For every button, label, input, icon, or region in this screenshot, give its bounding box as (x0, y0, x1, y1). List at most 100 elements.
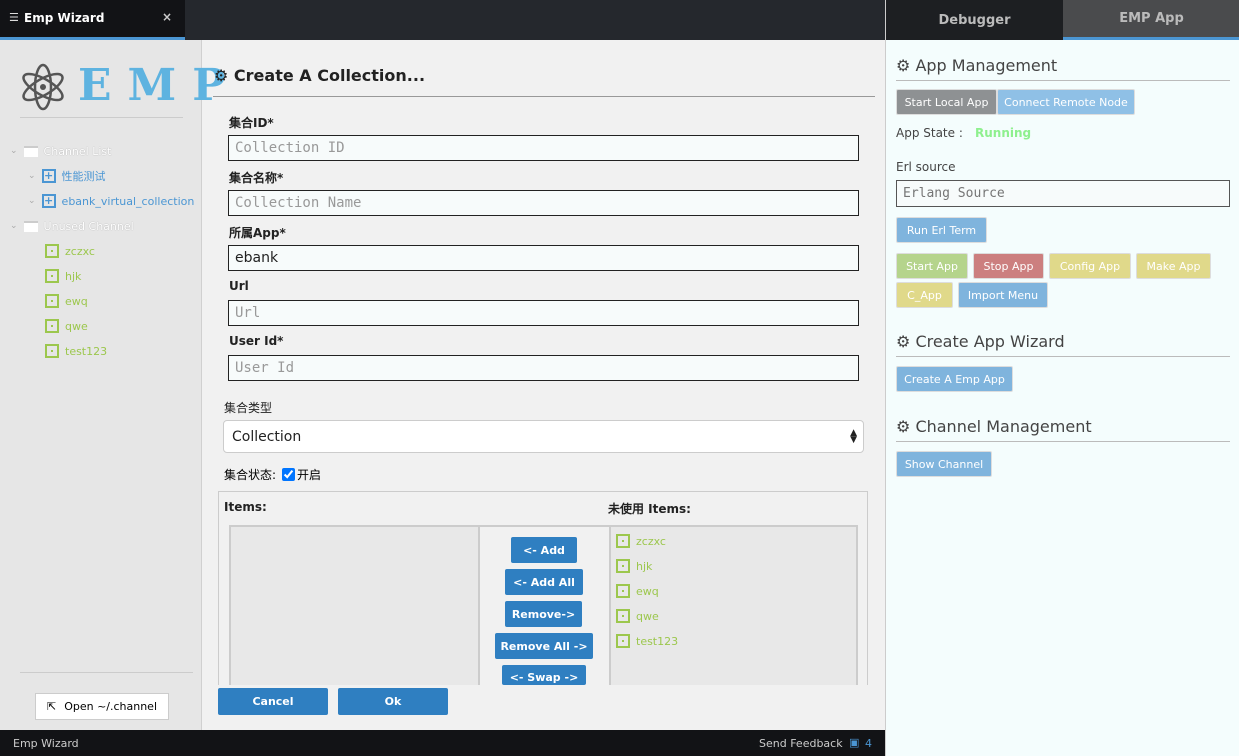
user-id-input[interactable] (228, 355, 859, 381)
expand-icon: + (41, 169, 56, 183)
tree-item[interactable]: ⌄ + 性能测试 (28, 168, 106, 184)
channel-icon (45, 294, 59, 308)
tree-channel[interactable]: ewq (45, 293, 88, 309)
field-label: 集合ID* (229, 116, 274, 130)
status-bar: Emp Wizard Send Feedback ▣ 4 (0, 730, 885, 756)
folder-icon (23, 220, 38, 232)
unused-items-list[interactable]: zczxc hjk ewq qwe test123 (609, 525, 858, 685)
list-item[interactable]: test123 (616, 633, 678, 649)
tree-channel[interactable]: hjk (45, 268, 81, 284)
selected-items-list[interactable] (229, 525, 480, 685)
list-item[interactable]: ewq (616, 583, 659, 599)
field-label: 所属App* (229, 226, 286, 240)
external-link-icon: ⇱ (46, 700, 57, 713)
app-input[interactable] (228, 245, 859, 271)
list-item[interactable]: qwe (616, 608, 659, 624)
add-all-button[interactable]: <- Add All (505, 569, 583, 595)
ok-button[interactable]: Ok (338, 688, 448, 715)
app-management-heading: ⚙ App Management (896, 56, 1058, 75)
chevron-down-icon: ⌄ (10, 146, 18, 156)
channel-icon (45, 269, 59, 283)
divider (20, 672, 193, 673)
connect-remote-node-button[interactable]: Connect Remote Node (997, 89, 1135, 115)
tree-folder-unused-channel[interactable]: ⌄ Unused Channel (10, 218, 134, 234)
document-icon: ☰ (9, 11, 19, 24)
select-arrows-icon: ▲ ▼ (850, 428, 857, 445)
gear-icon: ⚙ (214, 66, 229, 85)
start-local-app-button[interactable]: Start Local App (896, 89, 997, 115)
create-emp-app-button[interactable]: Create A Emp App (896, 366, 1013, 392)
folder-icon (23, 145, 38, 157)
remove-all-button[interactable]: Remove All -> (495, 633, 593, 659)
tab-title: Emp Wizard (24, 11, 105, 25)
create-app-wizard-heading: ⚙ Create App Wizard (896, 332, 1065, 351)
channel-icon (45, 319, 59, 333)
collection-id-input[interactable] (228, 135, 859, 161)
channel-icon (45, 344, 59, 358)
state-checkbox-label: 开启 (297, 468, 322, 482)
package-icon: ▣ (849, 736, 860, 749)
status-left: Emp Wizard (13, 737, 79, 750)
c-app-button[interactable]: C_App (896, 282, 953, 308)
app-state-label: App State : (896, 126, 963, 140)
chevron-down-icon: ⌄ (28, 171, 36, 181)
tree-channel[interactable]: zczxc (45, 243, 95, 259)
swap-button[interactable]: <- Swap -> (502, 665, 586, 685)
tree-folder-channel-list[interactable]: ⌄ Channel List (10, 143, 111, 159)
close-icon[interactable]: × (162, 10, 172, 24)
divider (20, 117, 183, 118)
field-label: 集合名称* (229, 171, 284, 185)
tab-debugger[interactable]: Debugger (886, 0, 1063, 40)
send-feedback-link[interactable]: Send Feedback (759, 737, 843, 750)
tree-item[interactable]: ⌄ + ebank_virtual_collection (28, 193, 194, 209)
tab-emp-wizard[interactable]: ☰ Emp Wizard × (0, 0, 185, 40)
atom-logo-icon (22, 63, 64, 111)
app-state-value: Running (975, 126, 1032, 140)
show-channel-button[interactable]: Show Channel (896, 451, 992, 477)
list-item[interactable]: hjk (616, 558, 652, 574)
add-button[interactable]: <- Add (511, 537, 577, 563)
field-label: Url (229, 279, 249, 293)
divider (213, 96, 875, 97)
stop-app-button[interactable]: Stop App (973, 253, 1044, 279)
divider (896, 356, 1230, 357)
url-input[interactable] (228, 300, 859, 326)
gear-icon: ⚙ (896, 417, 911, 436)
package-count[interactable]: 4 (865, 737, 872, 750)
divider (896, 80, 1230, 81)
divider (896, 441, 1230, 442)
channel-icon (616, 559, 630, 573)
channel-icon (616, 634, 630, 648)
open-channel-button[interactable]: ⇱ Open ~/.channel (35, 693, 169, 720)
start-app-button[interactable]: Start App (896, 253, 968, 279)
field-label: User Id* (229, 334, 284, 348)
state-label: 集合状态: (224, 468, 277, 482)
config-app-button[interactable]: Config App (1049, 253, 1131, 279)
tab-emp-app[interactable]: EMP App (1063, 0, 1239, 40)
page-title: ⚙ Create A Collection... (214, 66, 426, 85)
unused-items-label: 未使用 Items: (608, 502, 691, 516)
channel-icon (616, 609, 630, 623)
state-checkbox[interactable] (282, 468, 296, 481)
tree-channel[interactable]: qwe (45, 318, 88, 334)
channel-management-heading: ⚙ Channel Management (896, 417, 1092, 436)
cancel-button[interactable]: Cancel (218, 688, 328, 715)
right-panel: Debugger EMP App ⚙ App Management Start … (885, 0, 1239, 756)
chevron-down-icon: ⌄ (28, 196, 36, 206)
run-erl-term-button[interactable]: Run Erl Term (896, 217, 987, 243)
channel-icon (45, 244, 59, 258)
erl-source-label: Erl source (896, 160, 956, 174)
remove-button[interactable]: Remove-> (505, 601, 582, 627)
gear-icon: ⚙ (896, 332, 911, 351)
channel-icon (616, 584, 630, 598)
expand-icon: + (41, 194, 56, 208)
type-label: 集合类型 (224, 401, 273, 415)
make-app-button[interactable]: Make App (1136, 253, 1211, 279)
import-menu-button[interactable]: Import Menu (958, 282, 1048, 308)
collection-name-input[interactable] (228, 190, 859, 216)
collection-type-select[interactable]: Collection ▲ ▼ (223, 420, 864, 453)
list-item[interactable]: zczxc (616, 533, 666, 549)
gear-icon: ⚙ (896, 56, 911, 75)
tree-channel[interactable]: test123 (45, 343, 107, 359)
erlang-source-input[interactable] (896, 180, 1230, 207)
